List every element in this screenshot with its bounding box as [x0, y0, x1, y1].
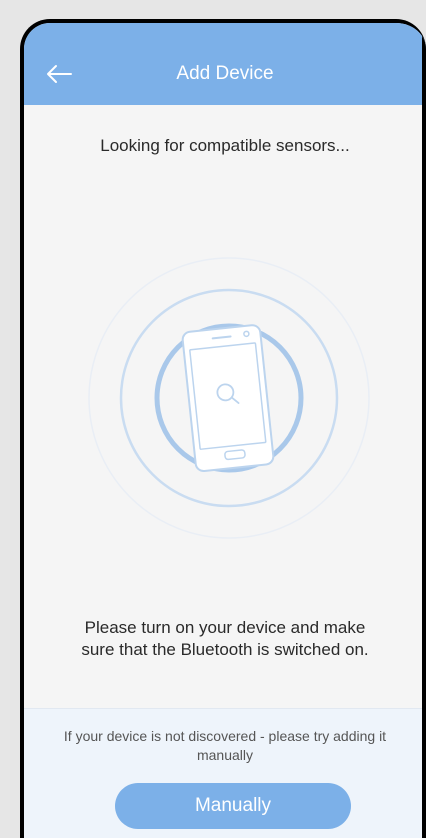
scan-status-text: Looking for compatible sensors... [100, 136, 350, 155]
instruction-text: Please turn on your device and make sure… [81, 618, 369, 659]
phone-search-icon [79, 248, 379, 548]
phone-frame: Add Device Looking for compatible sensor… [20, 19, 426, 838]
app-bar: Add Device [24, 23, 426, 105]
smartphone-icon [181, 324, 275, 473]
page-title: Add Device [176, 63, 274, 84]
footer: If your device is not discovered - pleas… [24, 708, 426, 838]
footer-hint-text: If your device is not discovered - pleas… [63, 728, 387, 763]
manual-add-button[interactable]: Manually [115, 783, 351, 829]
